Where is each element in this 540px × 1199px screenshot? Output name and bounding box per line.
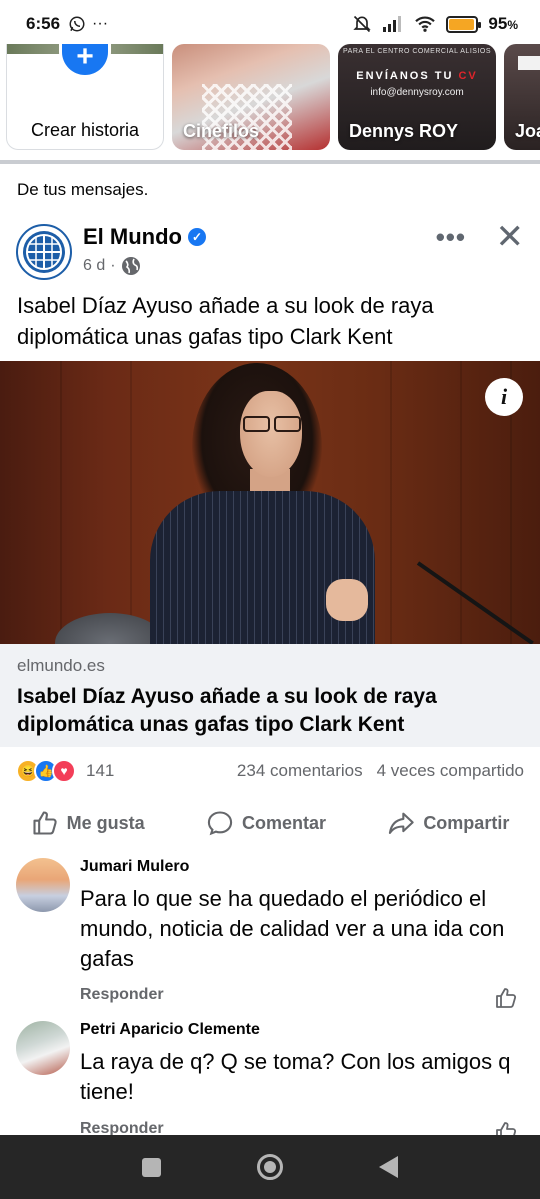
comment-text: La raya de q? Q se toma? Con los amigos … xyxy=(80,1049,511,1104)
love-reaction-icon: ♥ xyxy=(52,759,76,783)
create-story-label: Crear historia xyxy=(30,120,140,140)
comment-author[interactable]: Jumari Mulero xyxy=(80,858,524,876)
link-preview[interactable]: elmundo.es Isabel Díaz Ayuso añade a su … xyxy=(0,644,540,747)
battery-icon xyxy=(446,15,482,33)
story-email: info@dennysroy.com xyxy=(370,87,464,98)
story-name: Joa xyxy=(515,121,540,141)
feed-divider xyxy=(0,160,540,164)
microphone xyxy=(416,561,534,644)
comment-text: Para lo que se ha quedado el periódico e… xyxy=(80,886,505,971)
photo-subject-hand xyxy=(326,579,368,621)
public-globe-icon xyxy=(121,257,140,275)
story-name: Dennys ROY xyxy=(349,121,459,141)
share-arrow-icon xyxy=(389,812,415,834)
create-story-card[interactable]: + Crear historia xyxy=(6,44,164,150)
photo-subject-suit xyxy=(150,491,375,644)
status-time: 6:56 xyxy=(26,14,61,33)
comment-button[interactable]: Comentar xyxy=(206,809,326,837)
plus-icon[interactable]: + xyxy=(59,44,111,78)
more-dots-icon: ··· xyxy=(92,15,109,32)
back-button[interactable] xyxy=(379,1156,398,1178)
story-tiny-text: PARA EL CENTRO COMERCIAL ALISIOS xyxy=(343,48,491,55)
story-name: Cinefilos xyxy=(183,121,260,141)
comment-bubble-icon xyxy=(207,811,233,836)
system-navigation-bar xyxy=(0,1135,540,1199)
shares-count[interactable]: 4 veces compartido xyxy=(377,761,524,781)
home-button[interactable] xyxy=(257,1154,283,1180)
story-card-cinefilos[interactable]: Cinefilos xyxy=(172,44,330,150)
story-headline: ENVÍANOS TU CV xyxy=(356,70,478,82)
photo-subject-face xyxy=(240,391,302,477)
whatsapp-icon xyxy=(69,16,85,32)
like-label: Me gusta xyxy=(66,812,145,833)
story-image xyxy=(518,56,540,70)
mute-icon xyxy=(353,15,372,33)
close-icon[interactable]: ✕ xyxy=(496,220,525,254)
page-avatar[interactable] xyxy=(16,224,72,280)
comment-author[interactable]: Petri Aparicio Clemente xyxy=(80,1021,524,1039)
post-header: El Mundo ✓ 6 d · ••• ✕ xyxy=(16,220,525,282)
comment-like-icon[interactable] xyxy=(494,986,518,1010)
post-meta: 6 d · xyxy=(83,256,141,276)
reactions-count[interactable]: 141 xyxy=(86,761,114,781)
story-card-dennys-roy[interactable]: PARA EL CENTRO COMERCIAL ALISIOS ENVÍANO… xyxy=(338,44,496,150)
meta-separator: · xyxy=(110,257,116,274)
recents-button[interactable] xyxy=(142,1157,161,1177)
globe-logo-icon xyxy=(23,231,65,273)
reply-button[interactable]: Responder xyxy=(80,986,164,1004)
avatar[interactable] xyxy=(16,1021,70,1075)
verified-badge-icon: ✓ xyxy=(187,228,206,246)
status-bar: 6:56 ··· 95% xyxy=(0,0,540,48)
post-text: Isabel Díaz Ayuso añade a su look de ray… xyxy=(17,293,434,349)
link-title: Isabel Díaz Ayuso añade a su look de ray… xyxy=(17,685,437,736)
like-button[interactable]: Me gusta xyxy=(31,809,145,837)
post-image[interactable]: i xyxy=(0,361,540,644)
more-options-icon[interactable]: ••• xyxy=(436,222,466,253)
battery-percent: 95% xyxy=(488,14,518,33)
comments-count[interactable]: 234 comentarios xyxy=(237,761,363,781)
story-card-joa[interactable]: Joa xyxy=(504,44,540,150)
reactions-bar: 😆 👍 ♥ 141 234 comentarios 4 veces compar… xyxy=(16,758,524,784)
audience-head xyxy=(55,613,165,644)
wifi-icon xyxy=(415,16,436,32)
section-label: De tus mensajes. xyxy=(17,180,149,199)
reaction-icons[interactable]: 😆 👍 ♥ xyxy=(16,759,76,783)
link-domain: elmundo.es xyxy=(17,656,105,675)
comment-label: Comentar xyxy=(241,812,326,833)
share-label: Compartir xyxy=(423,812,510,833)
post-actions: Me gusta Comentar Compartir xyxy=(0,800,540,846)
glasses xyxy=(243,416,301,432)
stories-tray: + Crear historia Cinefilos PARA EL CENTR… xyxy=(0,44,540,154)
info-icon[interactable]: i xyxy=(485,378,523,416)
post-time[interactable]: 6 d xyxy=(83,257,105,275)
share-button[interactable]: Compartir xyxy=(387,809,509,837)
avatar[interactable] xyxy=(16,858,70,912)
signal-icon xyxy=(383,16,402,32)
page-name[interactable]: El Mundo ✓ xyxy=(83,224,206,250)
thumbs-up-icon xyxy=(33,811,57,835)
